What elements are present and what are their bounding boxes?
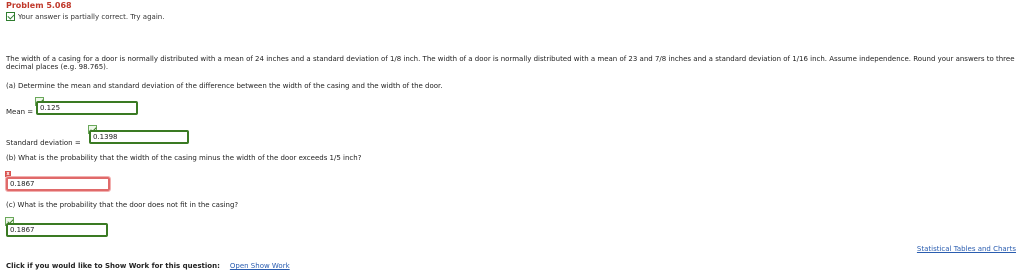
mean-input[interactable]: 0.125 xyxy=(36,101,138,115)
sd-input[interactable]: 0.1398 xyxy=(89,130,189,144)
part-b-input[interactable]: 0.1867 xyxy=(5,176,111,192)
status-text: Your answer is partially correct. Try ag… xyxy=(18,12,165,21)
statistical-tables-link[interactable]: Statistical Tables and Charts xyxy=(917,245,1016,253)
part-b-question: (b) What is the probability that the wid… xyxy=(6,154,362,162)
problem-title: Problem 5.068 xyxy=(6,1,72,10)
problem-statement: The width of a casing for a door is norm… xyxy=(6,55,1015,71)
part-c-question: (c) What is the probability that the doo… xyxy=(6,201,239,209)
mean-label: Mean = xyxy=(6,108,34,116)
show-work-prompt: Click if you would like to Show Work for… xyxy=(6,262,220,270)
open-show-work-link[interactable]: Open Show Work xyxy=(230,262,290,270)
show-work-row: Click if you would like to Show Work for… xyxy=(6,262,290,270)
status-message: Your answer is partially correct. Try ag… xyxy=(6,12,164,21)
sd-label: Standard deviation = xyxy=(6,139,81,147)
edit-check-icon xyxy=(6,12,15,21)
part-c-input[interactable]: 0.1867 xyxy=(6,223,108,237)
part-a-question: (a) Determine the mean and standard devi… xyxy=(6,82,443,90)
